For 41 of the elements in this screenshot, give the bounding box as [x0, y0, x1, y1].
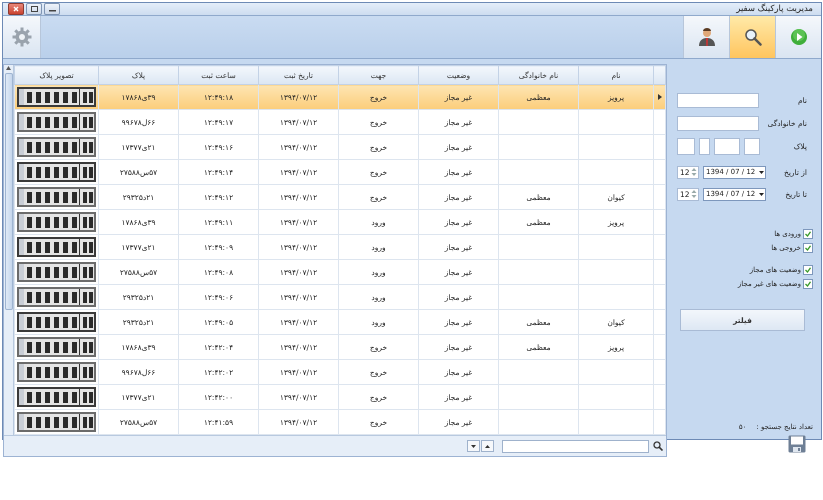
input-field[interactable] [677, 116, 759, 131]
user-button[interactable] [683, 16, 729, 58]
row-pointer-icon [658, 94, 662, 100]
save-button[interactable] [787, 435, 807, 453]
up-arrow-icon [485, 444, 490, 448]
search-button[interactable] [729, 16, 775, 58]
up-button[interactable] [481, 440, 494, 452]
check-icon [805, 267, 811, 273]
search-field[interactable] [502, 440, 649, 452]
scroll-thumb[interactable] [4, 73, 12, 310]
input-field[interactable] [714, 138, 740, 155]
down-arrow-icon [471, 444, 476, 448]
caret-icon [759, 170, 764, 174]
window-title: مدیریت پارکینگ سفیر [736, 4, 813, 14]
person-icon [698, 28, 716, 46]
checkbox[interactable] [803, 229, 813, 239]
minimize-button[interactable] [44, 3, 60, 15]
up-arrow-icon [5, 65, 12, 71]
check-icon [805, 231, 811, 237]
play-icon [790, 28, 808, 46]
maximize-icon [30, 6, 38, 12]
close-button[interactable] [8, 3, 24, 15]
spinner-arrows-icon [691, 189, 697, 199]
close-icon [13, 6, 19, 12]
input-field[interactable] [744, 138, 760, 155]
input-field[interactable] [677, 93, 759, 108]
checkbox[interactable] [803, 279, 813, 289]
search-icon [653, 441, 663, 451]
input-field[interactable] [699, 138, 710, 155]
input-field[interactable] [677, 138, 695, 155]
maximize-button[interactable] [26, 3, 42, 15]
caret-icon [759, 192, 764, 196]
down-button[interactable] [467, 440, 480, 452]
search-icon [744, 28, 762, 46]
spinner-arrows-icon [691, 167, 697, 177]
check-icon [805, 281, 811, 287]
save-icon [788, 435, 806, 453]
checkbox[interactable] [803, 265, 813, 275]
checkbox[interactable] [803, 243, 813, 253]
check-icon [805, 245, 811, 251]
scrollbar[interactable] [4, 65, 14, 435]
